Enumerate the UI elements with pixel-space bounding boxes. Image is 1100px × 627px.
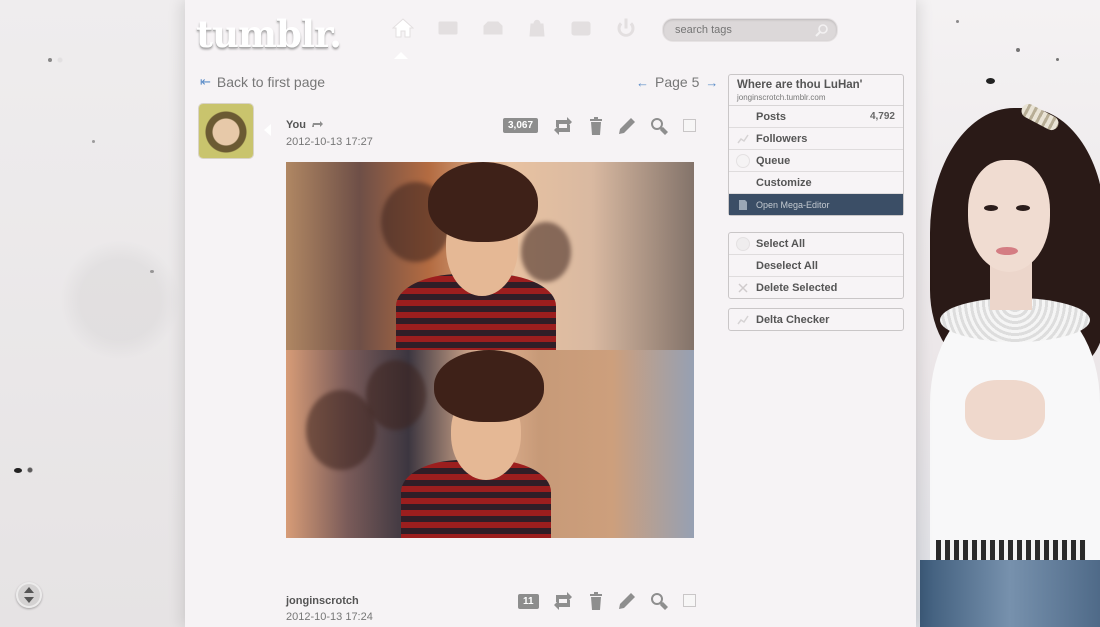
ink-splatter bbox=[92, 140, 95, 143]
delta-checker-panel: Delta Checker bbox=[728, 308, 904, 331]
ink-splatter bbox=[14, 468, 22, 473]
search-icon[interactable] bbox=[815, 23, 829, 37]
queue-icon bbox=[736, 154, 750, 168]
post-author[interactable]: You bbox=[286, 119, 323, 131]
edit-icon[interactable] bbox=[617, 591, 637, 611]
search-box[interactable] bbox=[662, 18, 838, 42]
inbox-icon[interactable] bbox=[482, 18, 504, 38]
delete-selected-button[interactable]: Delete Selected bbox=[729, 276, 903, 298]
home-icon[interactable] bbox=[391, 18, 415, 38]
deselect-all-button[interactable]: Deselect All bbox=[729, 254, 903, 276]
activity-icon[interactable] bbox=[570, 18, 592, 38]
page-number-label: Page 5 bbox=[655, 74, 700, 90]
photo-background-figure bbox=[366, 360, 426, 430]
select-all-label: Select All bbox=[756, 237, 806, 250]
scroll-down-icon[interactable] bbox=[24, 597, 34, 603]
photo-subject-hair bbox=[428, 162, 538, 242]
post-timestamp: 2012-10-13 17:24 bbox=[286, 611, 373, 623]
sidebar-item-label: Followers bbox=[756, 132, 808, 145]
portrait-belt bbox=[936, 540, 1086, 560]
select-all-icon bbox=[736, 237, 750, 251]
avatar-pointer bbox=[264, 124, 271, 136]
note-count-badge[interactable]: 11 bbox=[518, 594, 539, 609]
delta-checker-button[interactable]: Delta Checker bbox=[729, 309, 903, 330]
photo-background-figure bbox=[521, 222, 571, 282]
note-count-badge[interactable]: 3,067 bbox=[503, 118, 539, 133]
post-author-name[interactable]: jonginscrotch bbox=[286, 595, 359, 607]
sidebar-item-label: Posts bbox=[756, 110, 786, 123]
photo-subject-hair bbox=[434, 350, 544, 422]
zoom-icon[interactable] bbox=[649, 591, 669, 611]
delete-icon[interactable] bbox=[586, 591, 606, 611]
shop-icon[interactable] bbox=[526, 18, 548, 38]
ink-splatter bbox=[1016, 48, 1020, 52]
previous-page-icon[interactable]: ← bbox=[636, 75, 649, 90]
active-nav-marker bbox=[394, 52, 408, 59]
sidebar-item-label: Customize bbox=[756, 176, 812, 189]
edit-icon[interactable] bbox=[617, 116, 637, 136]
ink-splatter bbox=[48, 58, 52, 62]
delete-selected-icon bbox=[738, 283, 748, 293]
delta-checker-label: Delta Checker bbox=[756, 313, 830, 326]
sidebar-item-customize[interactable]: Customize bbox=[729, 171, 903, 193]
blog-panel: Where are thou LuHan' jonginscrotch.tumb… bbox=[728, 74, 904, 216]
post-select-checkbox[interactable] bbox=[683, 119, 696, 132]
page-navigation[interactable]: ← Page 5 → bbox=[636, 74, 718, 90]
portrait-face bbox=[968, 160, 1050, 272]
sidebar-item-label: Queue bbox=[756, 154, 791, 167]
post-author-name[interactable]: You bbox=[286, 119, 306, 131]
followers-icon bbox=[737, 134, 749, 144]
blog-title[interactable]: Where are thou LuHan' bbox=[737, 79, 895, 91]
ink-splatter bbox=[150, 270, 154, 273]
portrait-eye bbox=[984, 205, 998, 211]
ink-splatter bbox=[986, 78, 995, 84]
sidebar-item-label: Open Mega-Editor bbox=[756, 199, 830, 210]
document-icon bbox=[739, 200, 747, 210]
sidebar-item-mega-editor[interactable]: Open Mega-Editor bbox=[729, 193, 903, 215]
post-timestamp: 2012-10-13 17:27 bbox=[286, 136, 373, 148]
portrait-skirt bbox=[920, 560, 1100, 627]
scroll-up-down-button[interactable] bbox=[16, 582, 42, 608]
left-background bbox=[0, 0, 185, 627]
mail-icon[interactable] bbox=[437, 18, 459, 38]
posts-count: 4,792 bbox=[869, 111, 895, 122]
delete-icon[interactable] bbox=[586, 116, 606, 136]
back-link-label: Back to first page bbox=[216, 74, 326, 90]
chart-icon bbox=[737, 315, 749, 325]
blog-url[interactable]: jonginscrotch.tumblr.com bbox=[737, 93, 895, 102]
selection-panel: Select All Deselect All Delete Selected bbox=[728, 232, 904, 299]
delete-selected-label: Delete Selected bbox=[756, 281, 838, 294]
select-all-button[interactable]: Select All bbox=[729, 233, 903, 254]
ink-splatter bbox=[956, 20, 959, 23]
zoom-icon[interactable] bbox=[649, 116, 669, 136]
blog-header[interactable]: Where are thou LuHan' jonginscrotch.tumb… bbox=[729, 75, 903, 106]
reblog-icon[interactable] bbox=[553, 116, 573, 136]
search-input[interactable] bbox=[663, 19, 815, 41]
post-select-checkbox[interactable] bbox=[683, 594, 696, 607]
post-photo[interactable] bbox=[286, 162, 694, 350]
back-to-first-page-link[interactable]: ⇤ Back to first page bbox=[200, 74, 325, 90]
back-arrow-icon: ⇤ bbox=[200, 74, 211, 89]
deselect-all-label: Deselect All bbox=[756, 259, 818, 272]
sidebar-item-followers[interactable]: Followers bbox=[729, 127, 903, 149]
ink-splatter bbox=[1056, 58, 1059, 61]
portrait-lips bbox=[996, 247, 1018, 255]
scroll-up-icon[interactable] bbox=[24, 587, 34, 593]
sidebar-item-posts[interactable]: Posts 4,792 bbox=[729, 106, 903, 127]
post-photo[interactable] bbox=[286, 350, 694, 538]
portrait-hands bbox=[965, 380, 1045, 440]
next-page-icon[interactable]: → bbox=[705, 75, 718, 90]
photo-background-figure bbox=[306, 390, 376, 470]
power-icon[interactable] bbox=[615, 18, 637, 38]
avatar[interactable] bbox=[199, 104, 253, 158]
sidebar-item-queue[interactable]: Queue bbox=[729, 149, 903, 171]
post-author[interactable]: jonginscrotch bbox=[286, 595, 359, 607]
reblog-icon[interactable] bbox=[553, 591, 573, 611]
reblog-indicator-icon bbox=[311, 121, 323, 127]
portrait-eye bbox=[1016, 205, 1030, 211]
tumblr-logo[interactable]: tumblr. bbox=[196, 12, 342, 56]
